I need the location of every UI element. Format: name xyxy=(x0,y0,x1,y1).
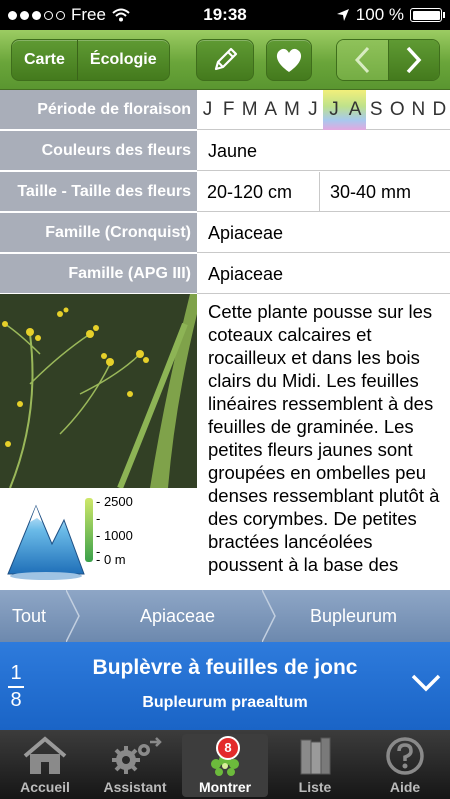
tab-aide[interactable]: Aide xyxy=(362,734,448,797)
flower-color-row: Couleurs des fleurs Jaune xyxy=(0,131,450,171)
plant-photo-image xyxy=(0,294,197,488)
month-may: M xyxy=(283,99,300,120)
flower-size-value: 30-40 mm xyxy=(330,182,412,202)
month-dec: D xyxy=(432,99,447,120)
size-label: Taille - Taille des fleurs xyxy=(0,172,197,212)
flowering-row: Période de floraison J F M A M J J A S O… xyxy=(0,90,450,130)
tab-label: Liste xyxy=(298,779,332,795)
tab-assistant[interactable]: Assistant xyxy=(92,734,178,797)
battery-percent: 100 % xyxy=(355,5,404,24)
species-latin-name: Bupleurum praealtum xyxy=(142,694,308,711)
month-feb: F xyxy=(222,99,235,120)
species-counter: 1 8 xyxy=(8,662,24,712)
breadcrumb: Tout Apiaceae Bupleurum xyxy=(0,590,450,642)
flower-color-label: Couleurs des fleurs xyxy=(0,131,197,171)
altitude-mid: - 1000 xyxy=(96,528,133,543)
species-header[interactable]: 1 8 Buplèvre à feuilles de jonc Bupleuru… xyxy=(0,642,450,730)
top-toolbar: Carte Écologie xyxy=(0,30,450,90)
tab-montrer[interactable]: 8 Montrer xyxy=(182,734,268,797)
view-segmented-control: Carte Écologie xyxy=(11,39,170,81)
altitude-mark-1: - xyxy=(96,511,101,526)
tab-bar: Accueil Assistant 8 Montrer Liste Aide xyxy=(0,730,450,799)
altitude-indicator: - 2500 - - 1000 - - 0 m xyxy=(0,488,197,590)
tab-label: Montrer xyxy=(198,779,252,795)
family-cronquist-row: Famille (Cronquist) Apiaceae xyxy=(0,213,450,253)
flower-color-value: Jaune xyxy=(208,141,258,161)
location-icon xyxy=(336,9,349,21)
breadcrumb-all[interactable]: Tout xyxy=(12,590,46,642)
chevron-left-icon xyxy=(355,46,370,74)
status-bar: Free 19:38 100 % xyxy=(0,0,450,30)
edit-button[interactable] xyxy=(196,39,254,81)
month-oct: O xyxy=(389,99,405,120)
month-apr: A xyxy=(264,99,278,120)
family-cronquist-value: Apiaceae xyxy=(208,223,284,243)
breadcrumb-separator-icon xyxy=(262,590,276,642)
flowering-label: Période de floraison xyxy=(0,90,197,130)
species-index: 1 xyxy=(10,662,22,684)
home-icon xyxy=(23,736,67,774)
chevron-right-icon xyxy=(406,46,422,74)
breadcrumb-genus[interactable]: Bupleurum xyxy=(310,590,397,642)
mountain-icon xyxy=(7,504,85,580)
month-jan: J xyxy=(202,99,213,120)
pencil-icon xyxy=(214,47,238,71)
species-description[interactable]: Cette plante pousse sur les coteaux calc… xyxy=(208,300,440,588)
month-jun: J xyxy=(308,99,318,120)
family-apg-value: Apiaceae xyxy=(208,264,284,284)
battery-icon xyxy=(410,8,445,22)
plant-size-value: 20-120 cm xyxy=(197,172,320,212)
help-icon xyxy=(386,737,424,775)
tab-label: Accueil xyxy=(20,779,70,795)
navigation-arrows xyxy=(336,39,440,81)
altitude-top: - 2500 xyxy=(96,494,133,509)
books-icon xyxy=(300,737,331,775)
month-jul: J xyxy=(323,90,345,130)
month-strip: J F M A M J J A S O N D xyxy=(197,90,450,130)
segment-ecologie[interactable]: Écologie xyxy=(76,40,169,80)
breadcrumb-separator-icon xyxy=(66,590,80,642)
month-nov: N xyxy=(411,99,426,120)
plant-photo[interactable] xyxy=(0,294,197,488)
month-mar: M xyxy=(241,99,258,120)
previous-button[interactable] xyxy=(337,40,389,80)
heart-icon xyxy=(276,48,302,72)
family-cronquist-label: Famille (Cronquist) xyxy=(0,213,197,253)
tab-accueil[interactable]: Accueil xyxy=(2,734,88,797)
tab-label: Assistant xyxy=(103,779,167,795)
chevron-down-icon[interactable] xyxy=(410,672,442,694)
notification-badge: 8 xyxy=(216,736,240,760)
gears-icon xyxy=(112,737,162,774)
altitude-bottom: - 0 m xyxy=(96,552,126,567)
family-apg-row: Famille (APG III) Apiaceae xyxy=(0,254,450,294)
size-row: Taille - Taille des fleurs 20-120 cm 30-… xyxy=(0,172,450,212)
species-common-name: Buplèvre à feuilles de jonc xyxy=(92,656,358,679)
favorite-button[interactable] xyxy=(266,39,312,81)
altitude-gradient-bar xyxy=(85,498,93,562)
family-apg-label: Famille (APG III) xyxy=(0,254,197,294)
segment-carte[interactable]: Carte xyxy=(12,40,77,80)
month-sep: S xyxy=(369,99,383,120)
tab-liste[interactable]: Liste xyxy=(272,734,358,797)
next-button[interactable] xyxy=(388,40,439,80)
species-total: 8 xyxy=(10,689,22,711)
month-aug: A xyxy=(344,90,366,130)
breadcrumb-family[interactable]: Apiaceae xyxy=(140,590,215,642)
tab-label: Aide xyxy=(389,779,421,795)
